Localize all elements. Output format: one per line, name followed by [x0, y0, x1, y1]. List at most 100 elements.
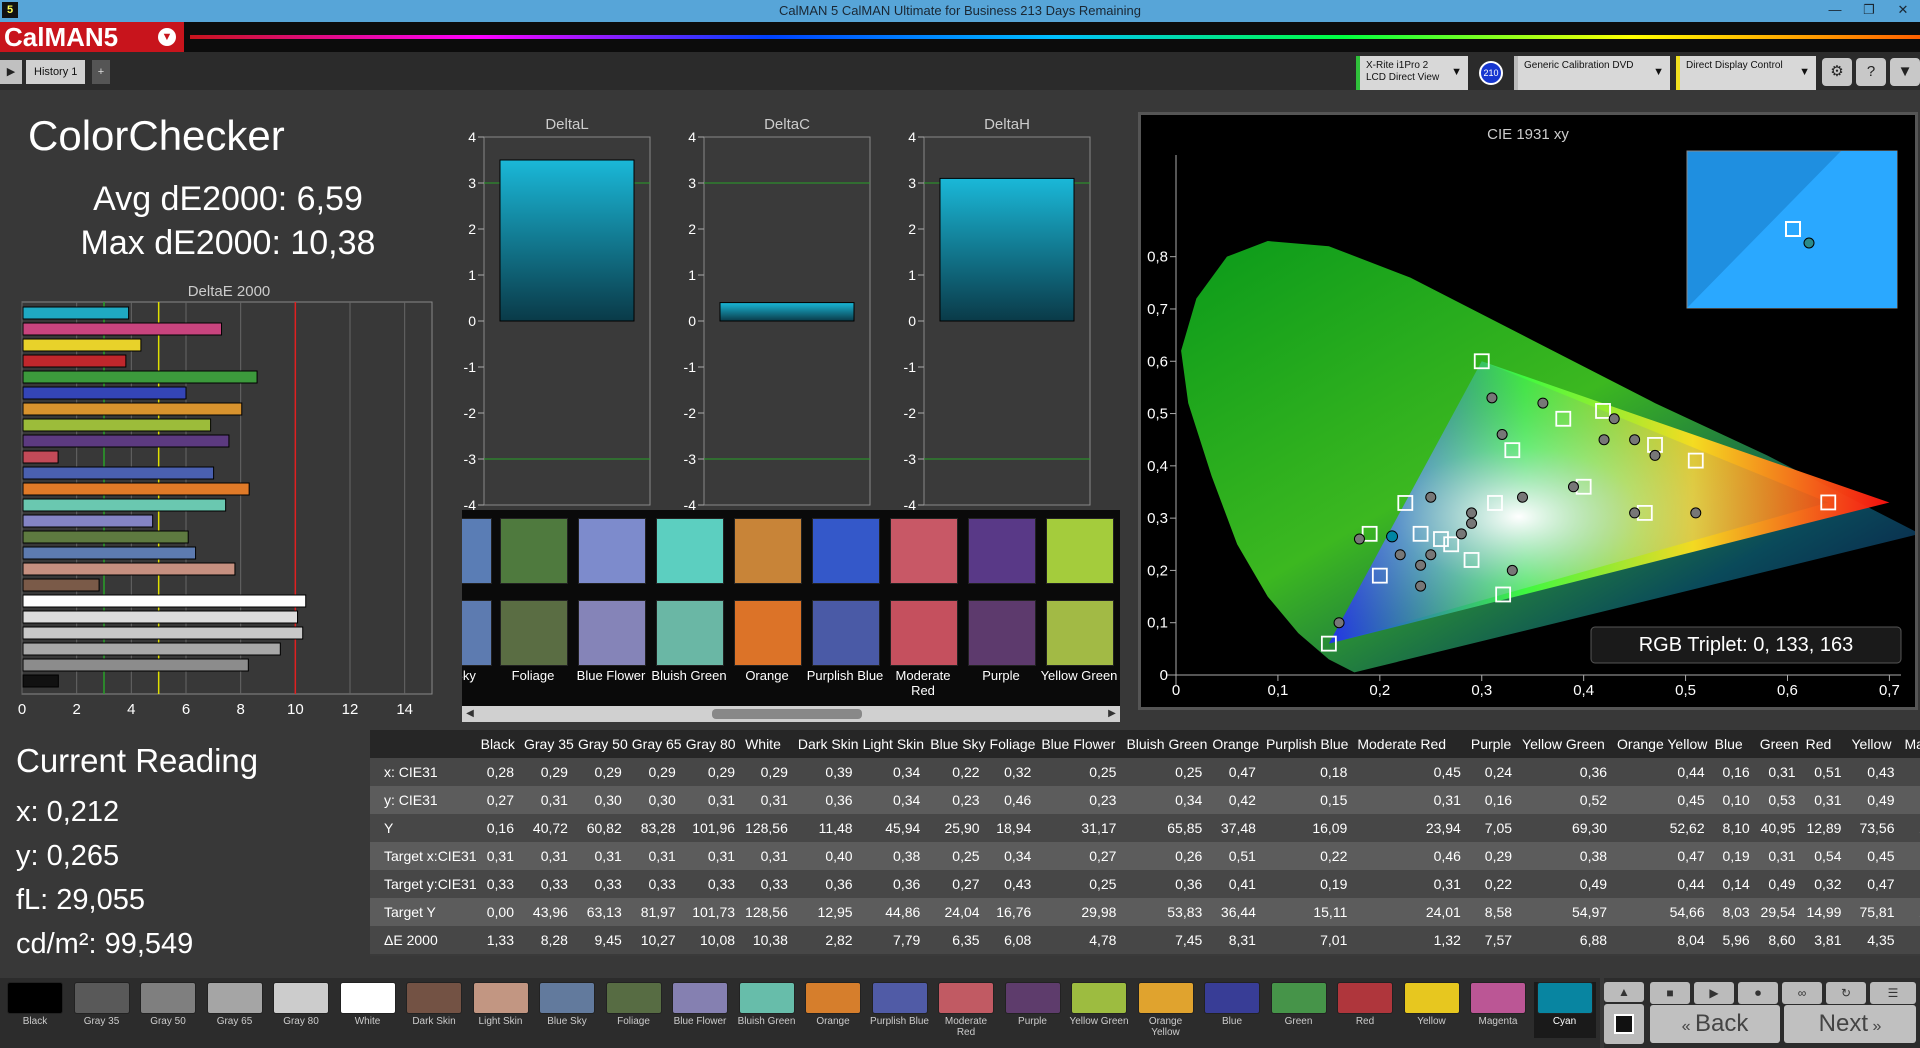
- swatch-bluish-green[interactable]: Bluish Green: [736, 982, 798, 1038]
- table-cell: 101,73: [692, 904, 736, 920]
- swatch-moderate-red[interactable]: Moderate Red: [935, 982, 997, 1038]
- swatch-label: Purple: [1018, 1016, 1047, 1027]
- deltae-ticks: 0 2 4 6 8 10 12 14: [18, 701, 413, 718]
- swatch-green[interactable]: Green: [1268, 982, 1330, 1038]
- patch-scrollbar[interactable]: ◀ ▶: [462, 706, 1120, 722]
- swatch-gray-65[interactable]: Gray 65: [204, 982, 266, 1038]
- swatch-chip: [1004, 982, 1061, 1014]
- swatch-purple[interactable]: Purple: [1002, 982, 1064, 1038]
- table-cell: 73,56: [1859, 820, 1895, 836]
- table-cell: 0,16: [486, 820, 514, 836]
- meter-mode: LCD Direct View: [1366, 72, 1440, 83]
- swatch-red[interactable]: Red: [1334, 982, 1396, 1038]
- cie-x-tick-label: 0,3: [1471, 682, 1492, 699]
- table-cell: 0,25: [1089, 764, 1117, 780]
- table-cell: 1,32: [1433, 932, 1461, 948]
- swatch-gray-35[interactable]: Gray 35: [71, 982, 133, 1038]
- stop-icon[interactable]: ■: [1650, 982, 1690, 1004]
- swatch-blue-sky[interactable]: Blue Sky: [536, 982, 598, 1038]
- swatch-orange[interactable]: Orange: [802, 982, 864, 1038]
- table-cell: 0,36: [825, 792, 853, 808]
- settings-icon[interactable]: ⚙: [1822, 58, 1852, 86]
- table-row: Target Y 0,00 43,96 63,13 81,97 101,73 128,56 1…: [370, 898, 1920, 926]
- add-tab-button[interactable]: +: [92, 60, 110, 84]
- swatch-chip: [1536, 982, 1593, 1014]
- close-icon[interactable]: ✕: [1886, 0, 1920, 20]
- deltae-bar: [22, 530, 189, 544]
- back-button[interactable]: « Back: [1650, 1005, 1780, 1043]
- delta-chart-deltah: DeltaH 4 3 2 1 0 -1 -2 -3 -4: [904, 116, 1091, 510]
- play-icon[interactable]: ▶: [1694, 982, 1734, 1004]
- swatch-yellow-green[interactable]: Yellow Green: [1068, 982, 1130, 1038]
- patch-label: Purplish Blue: [806, 668, 884, 683]
- cie-y-tick-label: 0,4: [1147, 458, 1168, 475]
- table-cell: 10,27: [640, 932, 676, 948]
- next-button[interactable]: Next »: [1784, 1005, 1916, 1043]
- meter-selector[interactable]: X-Rite i1Pro 2 LCD Direct View ▼: [1356, 56, 1468, 90]
- patch-measured: [968, 518, 1036, 584]
- swatch-blue-flower[interactable]: Blue Flower: [669, 982, 731, 1038]
- table-cell: 0,27: [952, 876, 980, 892]
- table-cell: 0,29: [707, 764, 736, 780]
- tab-history-1[interactable]: History 1: [26, 60, 86, 84]
- table-cell: 24,04: [944, 904, 980, 920]
- table-header-cell: Purple: [1470, 736, 1512, 752]
- list-icon[interactable]: ☰: [1870, 982, 1916, 1004]
- cie-x-tick-label: 0,2: [1369, 682, 1390, 699]
- help-icon[interactable]: ?: [1856, 58, 1886, 86]
- swatch-chip: [1270, 982, 1327, 1014]
- play-icon[interactable]: ▶: [0, 60, 22, 84]
- delta-tick-label: 4: [908, 129, 916, 145]
- table-cell: 53,83: [1167, 904, 1203, 920]
- display-selector[interactable]: Direct Display Control ▼: [1676, 56, 1816, 90]
- swatch-gray-80[interactable]: Gray 80: [270, 982, 332, 1038]
- swatch-chip: [672, 982, 728, 1014]
- scroll-thumb[interactable]: [712, 709, 862, 719]
- swatch-white[interactable]: White: [337, 982, 399, 1038]
- swatch-black[interactable]: Black: [4, 982, 66, 1038]
- table-header-cell: [370, 730, 477, 758]
- delta-chart-title: DeltaL: [545, 116, 588, 133]
- swatch-orange-yellow[interactable]: Orange Yellow: [1135, 982, 1197, 1038]
- scroll-left-icon[interactable]: ◀: [462, 706, 478, 722]
- window-title: CalMAN 5 CalMAN Ultimate for Business 21…: [779, 3, 1141, 18]
- swatch-dark-skin[interactable]: Dark Skin: [403, 982, 465, 1038]
- deltae-bar: [22, 658, 249, 672]
- table-cell: 2,82: [825, 932, 853, 948]
- table-header-cell: Purplish Blue: [1265, 736, 1349, 752]
- app-logo-button[interactable]: CalMAN5 ▼: [0, 22, 184, 52]
- record-icon[interactable]: ⏺: [1738, 982, 1778, 1004]
- chevron-down-icon[interactable]: ▼: [1890, 58, 1920, 86]
- swatch-purplish-blue[interactable]: Purplish Blue: [869, 982, 931, 1038]
- cie-y-tick-label: 0,8: [1147, 249, 1168, 266]
- table-cell: 8,03: [1722, 904, 1750, 920]
- table-cell: 0,26: [1175, 848, 1203, 864]
- table-cell: 0,31: [1814, 792, 1842, 808]
- swatch-label: Red: [1355, 1016, 1375, 1027]
- delta-tick-label: -2: [904, 405, 917, 421]
- swatch-foliage[interactable]: Foliage: [603, 982, 665, 1038]
- swatch-magenta[interactable]: Magenta: [1467, 982, 1529, 1038]
- swatch-gray-50[interactable]: Gray 50: [137, 982, 199, 1038]
- minimize-icon[interactable]: —: [1818, 0, 1852, 20]
- swatch-light-skin[interactable]: Light Skin: [470, 982, 532, 1038]
- source-selector[interactable]: Generic Calibration DVD ▼: [1514, 56, 1670, 90]
- delta-bar: [939, 177, 1075, 322]
- meter-badge[interactable]: 210: [1479, 61, 1503, 85]
- loop-icon[interactable]: ∞: [1782, 982, 1822, 1004]
- swatch-cyan[interactable]: Cyan: [1533, 982, 1596, 1038]
- swatch-blue[interactable]: Blue: [1201, 982, 1263, 1038]
- stop-button[interactable]: [1604, 1004, 1644, 1044]
- table-cell: 10,08: [700, 932, 736, 948]
- cie-reading-marker: [1353, 533, 1365, 545]
- cie-y-tick-label: 0,7: [1147, 301, 1168, 318]
- cie-reading-marker: [1455, 528, 1467, 540]
- swatch-yellow[interactable]: Yellow: [1401, 982, 1463, 1038]
- swatch-chip: [472, 982, 529, 1014]
- refresh-icon[interactable]: ↻: [1826, 982, 1866, 1004]
- table-cell: 12,95: [817, 904, 853, 920]
- chevron-up-icon[interactable]: ▲: [1604, 982, 1644, 1002]
- scroll-right-icon[interactable]: ▶: [1104, 706, 1120, 722]
- deltae-bar: [22, 642, 281, 656]
- maximize-icon[interactable]: ❐: [1852, 0, 1886, 20]
